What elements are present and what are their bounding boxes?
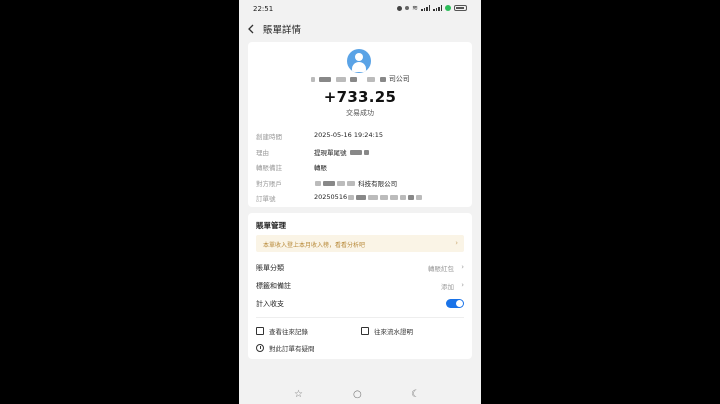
detail-row-counterparty: 對方賬戶 科技有限公司	[256, 175, 466, 191]
include-toggle[interactable]	[446, 299, 464, 308]
chevron-right-icon: ›	[455, 239, 458, 247]
status-time: 22:51	[253, 5, 274, 13]
top-bar: 賬單詳情	[239, 18, 481, 40]
detail-label: 創建時間	[256, 133, 282, 141]
chevron-right-icon: ›	[461, 263, 464, 271]
nav-back-icon[interactable]: ☾	[411, 389, 420, 400]
phone-screen: 22:51 ≋ 賬單詳情 司公司 +733.25 交易成功 創建時間 2025-…	[239, 0, 481, 404]
detail-value: 轉賬	[314, 164, 327, 172]
bill-category-row[interactable]: 賬單分類 轉賬紅包 ›	[256, 263, 464, 277]
detail-value: 提現單尾號	[314, 148, 347, 157]
app-notification-icon	[445, 5, 451, 11]
nav-home-icon[interactable]: ○	[353, 389, 362, 400]
signal-2-icon	[433, 5, 442, 11]
row-label: 賬單分類	[256, 264, 284, 272]
detail-label: 理由	[256, 148, 269, 157]
alarm-icon	[397, 5, 403, 11]
detail-row-order: 訂單號 20250516	[256, 190, 466, 206]
detail-row-remark: 轉賬備註 轉賬	[256, 159, 466, 175]
statement-icon	[361, 327, 369, 335]
system-nav-bar: ☆ ○ ☾	[239, 386, 481, 404]
detail-label: 訂單號	[256, 195, 276, 203]
status-icons: ≋	[397, 4, 467, 12]
detail-label: 對方賬戶	[256, 179, 282, 188]
link-label: 查看往來記錄	[269, 328, 308, 336]
link-label: 往來流水證明	[374, 328, 413, 336]
help-icon	[256, 344, 264, 352]
tags-notes-row[interactable]: 標籤和備註 添加 ›	[256, 281, 464, 295]
user-avatar-icon	[347, 49, 371, 73]
order-question-link[interactable]: 對此訂單有疑問	[256, 343, 315, 353]
sync-icon	[405, 6, 410, 10]
amount: +733.25	[323, 88, 397, 106]
battery-icon	[454, 5, 467, 11]
records-icon	[256, 327, 264, 335]
row-label: 計入收支	[256, 300, 284, 308]
transaction-card: 司公司 +733.25 交易成功 創建時間 2025-05-16 19:24:1…	[248, 42, 472, 207]
banner-text: 本單收入登上本月收入榜，看看分析吧	[263, 242, 366, 249]
payee-visible-text: 司公司	[388, 75, 410, 83]
status-bar: 22:51 ≋	[239, 0, 481, 18]
detail-row-created: 創建時間 2025-05-16 19:24:15	[256, 128, 466, 144]
section-title: 賬單管理	[256, 221, 286, 230]
include-in-ledger-row: 計入收支	[256, 299, 464, 313]
detail-label: 轉賬備註	[256, 164, 282, 172]
statement-proof-link[interactable]: 往來流水證明	[361, 326, 413, 336]
view-records-link[interactable]: 查看往來記錄	[256, 326, 308, 336]
divider	[256, 317, 464, 318]
detail-value: 科技有限公司	[358, 179, 398, 188]
detail-list: 創建時間 2025-05-16 19:24:15 理由 提現單尾號 轉賬備註 轉…	[256, 128, 466, 206]
back-icon[interactable]	[245, 23, 257, 35]
signal-icon	[421, 5, 430, 11]
transaction-status: 交易成功	[346, 109, 374, 117]
detail-row-reason: 理由 提現單尾號	[256, 144, 466, 160]
payee-name: 司公司	[248, 74, 472, 86]
bill-management-card: 賬單管理 本單收入登上本月收入榜，看看分析吧 › 賬單分類 轉賬紅包 › 標籤和…	[248, 213, 472, 359]
page-title: 賬單詳情	[263, 25, 302, 36]
detail-value: 2025-05-16 19:24:15	[314, 131, 384, 139]
income-rank-banner[interactable]: 本單收入登上本月收入榜，看看分析吧 ›	[256, 235, 464, 252]
detail-value: 20250516	[314, 193, 348, 201]
row-value: 轉賬紅包	[428, 265, 454, 273]
detail-value-wrap: 科技有限公司	[314, 178, 397, 188]
wifi-icon: ≋	[412, 4, 418, 12]
row-label: 標籤和備註	[256, 282, 291, 290]
detail-value-wrap: 提現單尾號	[314, 147, 370, 157]
row-value: 添加	[441, 283, 454, 291]
chevron-right-icon: ›	[461, 281, 464, 289]
detail-value-wrap: 20250516	[314, 193, 423, 201]
link-label: 對此訂單有疑問	[269, 345, 315, 353]
nav-star-icon[interactable]: ☆	[294, 389, 303, 400]
